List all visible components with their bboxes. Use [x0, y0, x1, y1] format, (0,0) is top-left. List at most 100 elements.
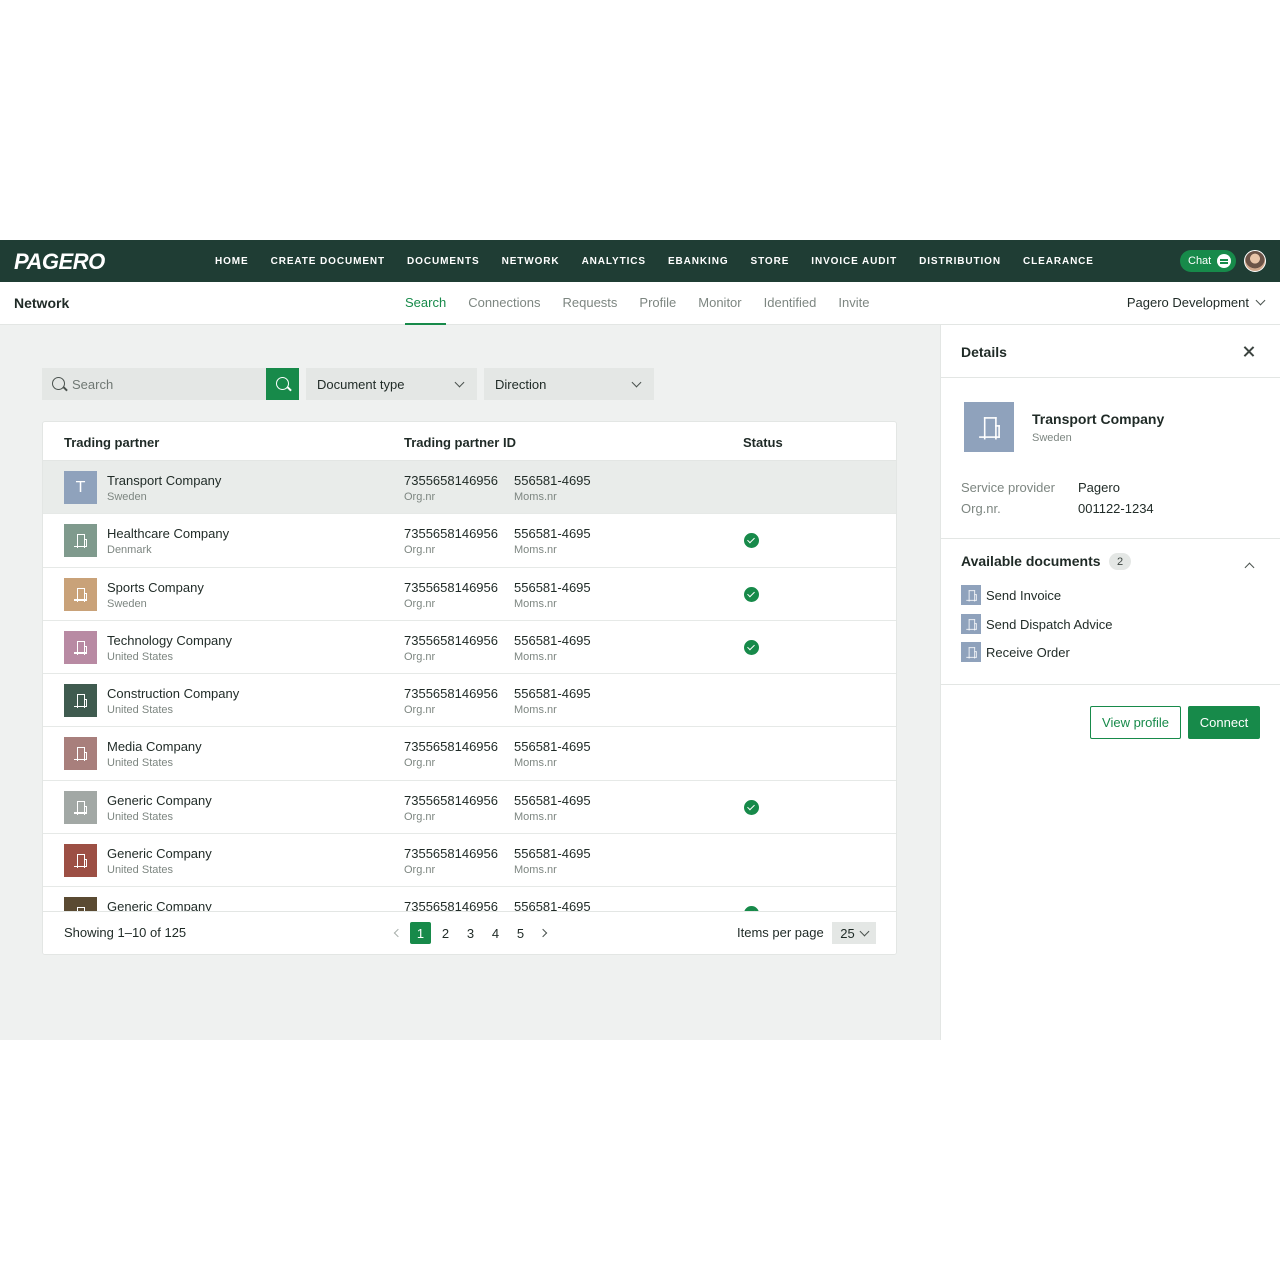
partner-vat-number: 556581-4695: [514, 792, 591, 808]
page-title: Network: [14, 295, 70, 311]
document-send-invoice[interactable]: Send Invoice: [961, 585, 1061, 605]
page-2-button[interactable]: 2: [433, 922, 458, 944]
table-row[interactable]: Sports Company Sweden 7355658146956 556581-…: [43, 568, 896, 621]
column-header-status[interactable]: Status: [743, 435, 783, 450]
partner-name: Generic Company: [107, 792, 212, 808]
search-field[interactable]: [42, 368, 267, 400]
partner-org-number: 7355658146956: [404, 473, 498, 488]
search-submit-button[interactable]: [266, 368, 299, 400]
table-row[interactable]: Generic Company United States 735565814695…: [43, 834, 896, 888]
table-row[interactable]: Technology Company United States 735565814…: [43, 621, 896, 675]
partner-vat-number: 556581-4695: [514, 473, 591, 488]
tab-requests[interactable]: Requests: [551, 282, 628, 325]
table-row[interactable]: Media Company United States 7355658146956 5…: [43, 727, 896, 781]
document-label: Send Invoice: [986, 587, 1062, 603]
collapse-toggle[interactable]: [1244, 558, 1255, 576]
document-receive-order[interactable]: Receive Order: [961, 642, 1070, 662]
org-number-value: 001122-1234: [1078, 501, 1154, 516]
partner-logo: T: [64, 471, 97, 504]
items-per-page-label: Items per page: [737, 925, 824, 940]
partner-name: Transport Company: [107, 473, 222, 488]
nav-store[interactable]: STORE: [740, 256, 801, 267]
user-avatar[interactable]: [1244, 250, 1266, 272]
available-documents-count: 2: [1109, 553, 1131, 570]
chevron-down-icon: [859, 926, 870, 936]
search-icon: [52, 377, 65, 390]
connected-check-icon: [744, 799, 759, 815]
page-1-button[interactable]: 1: [410, 922, 431, 944]
search-input[interactable]: [72, 376, 252, 392]
vat-number-label: Moms.nr: [514, 810, 557, 823]
partner-logo: [64, 630, 97, 664]
nav-create-document[interactable]: CREATE DOCUMENT: [260, 256, 396, 267]
page-3-button[interactable]: 3: [458, 922, 483, 944]
nav-documents[interactable]: DOCUMENTS: [396, 256, 491, 267]
partner-vat-number: 556581-4695: [514, 579, 591, 595]
page-4-button[interactable]: 4: [483, 922, 508, 944]
nav-invoice-audit[interactable]: INVOICE AUDIT: [800, 256, 908, 267]
partner-country: Denmark: [107, 544, 152, 557]
vat-number-label: Moms.nr: [514, 544, 557, 557]
table-row[interactable]: T Transport Company Sweden 7355658146956 556…: [43, 461, 896, 515]
column-header-trading-partner-id[interactable]: Trading partner ID: [404, 435, 516, 450]
partner-org-number: 7355658146956: [404, 846, 498, 862]
table-row[interactable]: Construction Company United States 7355658…: [43, 674, 896, 728]
tab-search[interactable]: Search: [394, 282, 457, 325]
table-row[interactable]: Generic Company United States 735565814695…: [43, 781, 896, 835]
page-5-button[interactable]: 5: [508, 922, 533, 944]
nav-network[interactable]: NETWORK: [491, 256, 571, 267]
document-send-dispatch-advice[interactable]: Send Dispatch Advice: [961, 614, 1112, 634]
page-selector: 1 2 3 4 5: [388, 922, 553, 944]
tab-profile[interactable]: Profile: [628, 282, 687, 325]
partner-org-number: 7355658146956: [404, 686, 498, 702]
direction-dropdown[interactable]: Direction: [484, 368, 654, 400]
column-header-trading-partner[interactable]: Trading partner: [64, 435, 159, 450]
document-label: Send Dispatch Advice: [986, 616, 1113, 632]
nav-clearance[interactable]: CLEARANCE: [1012, 256, 1105, 267]
partner-org-number: 7355658146956: [404, 739, 498, 755]
document-label: Receive Order: [986, 644, 1070, 660]
main-nav: HOME CREATE DOCUMENT DOCUMENTS NETWORK A…: [204, 240, 1105, 282]
top-navigation: PAGERO HOME CREATE DOCUMENT DOCUMENTS NE…: [0, 240, 1280, 282]
pagero-logo[interactable]: PAGERO: [14, 249, 105, 275]
chevron-left-icon: [393, 928, 403, 938]
table-row[interactable]: Healthcare Company Denmark 7355658146956 55…: [43, 514, 896, 568]
partner-name: Media Company: [107, 739, 202, 755]
items-per-page-select[interactable]: 25: [832, 922, 876, 944]
partner-org-number: 7355658146956: [404, 526, 498, 542]
tab-invite[interactable]: Invite: [827, 282, 880, 325]
chat-label: Chat: [1188, 255, 1212, 267]
building-icon: [74, 534, 87, 549]
organization-select[interactable]: Pagero Development: [1127, 295, 1266, 310]
tab-identified[interactable]: Identified: [753, 282, 828, 325]
partner-country: Sweden: [107, 491, 147, 503]
vat-number-label: Moms.nr: [514, 650, 557, 663]
vat-number-label: Moms.nr: [514, 757, 557, 770]
connect-button[interactable]: Connect: [1188, 706, 1260, 739]
view-profile-button[interactable]: View profile: [1090, 706, 1181, 739]
tab-monitor[interactable]: Monitor: [687, 282, 752, 325]
table-row[interactable]: Generic Company7355658146956556581-4695O…: [43, 887, 896, 913]
nav-home[interactable]: HOME: [204, 256, 260, 267]
partner-vat-number: 556581-4695: [514, 632, 591, 648]
previous-page-button[interactable]: [388, 922, 408, 944]
building-icon: [74, 694, 87, 709]
nav-ebanking[interactable]: EBANKING: [657, 256, 740, 267]
org-number-label: Org.nr: [404, 491, 436, 503]
partner-name: Sports Company: [107, 579, 204, 595]
partner-org-number: 7355658146956: [404, 792, 498, 808]
document-icon: [961, 614, 981, 634]
next-page-button[interactable]: [533, 922, 553, 944]
close-icon[interactable]: [1242, 345, 1256, 359]
nav-distribution[interactable]: DISTRIBUTION: [908, 256, 1012, 267]
chat-button[interactable]: Chat: [1180, 250, 1236, 272]
chat-bubble-icon: [1217, 254, 1231, 268]
chevron-up-icon: [1244, 562, 1255, 573]
partner-logo: [64, 844, 97, 878]
search-icon: [276, 377, 289, 390]
vat-number-label: Moms.nr: [514, 491, 557, 503]
tab-connections[interactable]: Connections: [457, 282, 551, 325]
nav-analytics[interactable]: ANALYTICS: [571, 256, 657, 267]
document-type-dropdown[interactable]: Document type: [306, 368, 477, 400]
partner-org-number: 7355658146956: [404, 632, 498, 648]
